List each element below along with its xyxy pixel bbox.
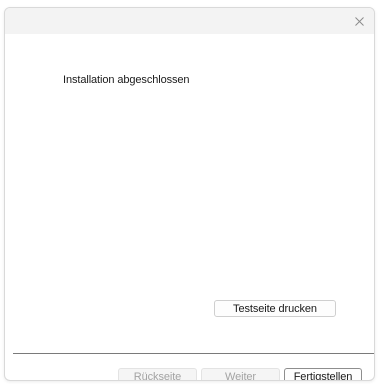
back-button[interactable]: Rückseite [118, 368, 197, 380]
footer-divider [13, 353, 374, 354]
title-bar [5, 8, 374, 34]
close-icon [354, 16, 364, 26]
finish-button[interactable]: Fertigstellen [284, 368, 362, 380]
installation-status-text: Installation abgeschlossen [63, 74, 190, 86]
installer-dialog: Installation abgeschlossen Testseite dru… [4, 7, 375, 381]
next-button[interactable]: Weiter [201, 368, 280, 380]
print-test-page-button[interactable]: Testseite drucken [214, 300, 336, 317]
close-button[interactable] [344, 8, 374, 34]
